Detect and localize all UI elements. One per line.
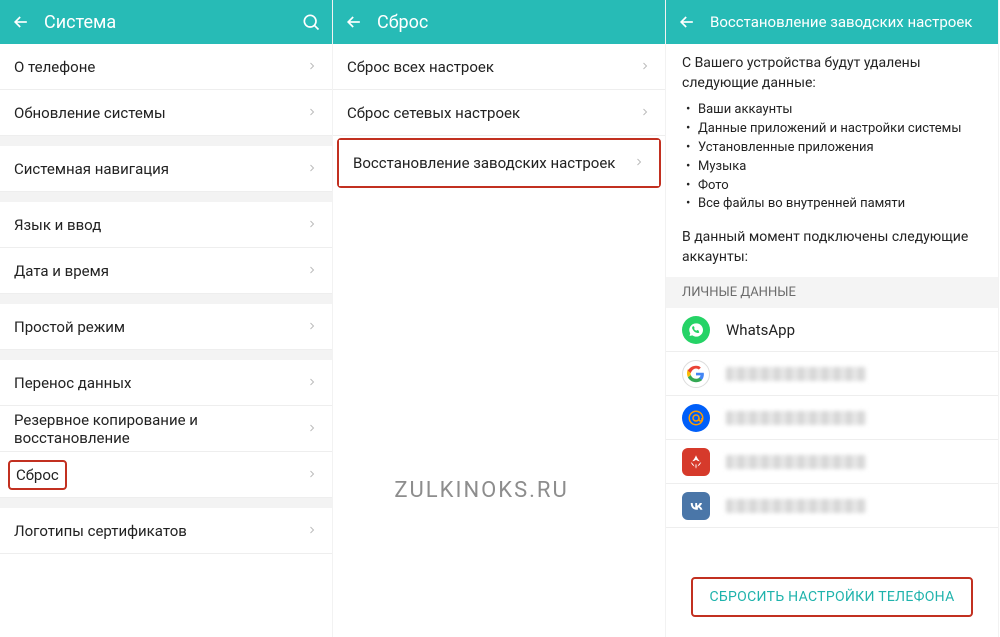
header: Система bbox=[0, 0, 332, 44]
bullet-item: Установленные приложения bbox=[686, 139, 982, 158]
section-label: ЛИЧНЫЕ ДАННЫЕ bbox=[666, 277, 998, 308]
reset-option-row[interactable]: Сброс всех настроек bbox=[333, 44, 665, 90]
highlighted-label: Сброс bbox=[8, 460, 67, 490]
huawei-icon bbox=[682, 448, 710, 476]
header-title: Сброс bbox=[365, 12, 428, 33]
account-row[interactable] bbox=[666, 396, 998, 440]
settings-row[interactable]: Обновление системы bbox=[0, 90, 332, 136]
account-row[interactable] bbox=[666, 352, 998, 396]
google-icon bbox=[682, 360, 710, 388]
row-label: Сброс сетевых настроек bbox=[347, 104, 520, 122]
chevron-right-icon bbox=[306, 374, 318, 392]
whatsapp-icon bbox=[682, 316, 710, 344]
account-label-blurred bbox=[726, 367, 866, 381]
highlighted-row: Восстановление заводских настроек bbox=[337, 138, 661, 188]
chevron-right-icon bbox=[306, 466, 318, 484]
account-label-blurred bbox=[726, 411, 866, 425]
intro-text: С Вашего устройства будут удалены следую… bbox=[682, 54, 982, 93]
row-label: Резервное копирование и восстановление bbox=[14, 411, 306, 447]
header-title: Восстановление заводских настроек bbox=[698, 13, 972, 31]
settings-row[interactable]: Перенос данных bbox=[0, 360, 332, 406]
reset-phone-button[interactable]: СБРОСИТЬ НАСТРОЙКИ ТЕЛЕФОНА bbox=[691, 577, 972, 617]
settings-row[interactable]: Системная навигация bbox=[0, 146, 332, 192]
row-label: Сброс всех настроек bbox=[347, 58, 494, 76]
deletion-list: Ваши аккаунтыДанные приложений и настрой… bbox=[682, 101, 982, 214]
row-label: Язык и ввод bbox=[14, 216, 101, 234]
row-label: Восстановление заводских настроек bbox=[353, 154, 615, 172]
settings-row[interactable]: Простой режим bbox=[0, 304, 332, 350]
account-label-blurred bbox=[726, 455, 866, 469]
chevron-right-icon bbox=[306, 216, 318, 234]
settings-row[interactable]: Резервное копирование и восстановление bbox=[0, 406, 332, 452]
chevron-right-icon bbox=[639, 58, 651, 76]
accounts-list: WhatsApp bbox=[666, 308, 998, 528]
row-label: Системная навигация bbox=[14, 160, 169, 178]
settings-row[interactable]: Сброс bbox=[0, 452, 332, 498]
back-icon[interactable] bbox=[676, 11, 698, 33]
reset-description: С Вашего устройства будут удалены следую… bbox=[666, 44, 998, 267]
row-label: Логотипы сертификатов bbox=[14, 522, 187, 540]
search-icon[interactable] bbox=[300, 11, 322, 33]
settings-row[interactable]: Дата и время bbox=[0, 248, 332, 294]
row-label: Простой режим bbox=[14, 318, 125, 336]
account-row[interactable] bbox=[666, 440, 998, 484]
panel-system: Система О телефоне Обновление системы Сист… bbox=[0, 0, 333, 637]
bullet-item: Ваши аккаунты bbox=[686, 101, 982, 120]
bullet-item: Музыка bbox=[686, 158, 982, 177]
row-label: Дата и время bbox=[14, 262, 109, 280]
reset-list: Сброс всех настроек Сброс сетевых настрое… bbox=[333, 44, 665, 188]
watermark-text: ZULKINOKS.RU bbox=[394, 478, 568, 503]
account-label: WhatsApp bbox=[726, 321, 795, 339]
accounts-intro: В данный момент подключены следующие акк… bbox=[682, 228, 982, 267]
bullet-item: Данные приложений и настройки системы bbox=[686, 120, 982, 139]
chevron-right-icon bbox=[306, 58, 318, 76]
chevron-right-icon bbox=[306, 522, 318, 540]
chevron-right-icon bbox=[306, 420, 318, 438]
account-label-blurred bbox=[726, 499, 866, 513]
settings-row[interactable]: О телефоне bbox=[0, 44, 332, 90]
panel-reset: Сброс Сброс всех настроек Сброс сетевых н… bbox=[333, 0, 666, 637]
header: Сброс bbox=[333, 0, 665, 44]
header: Восстановление заводских настроек bbox=[666, 0, 998, 44]
reset-button-container: СБРОСИТЬ НАСТРОЙКИ ТЕЛЕФОНА bbox=[666, 577, 998, 617]
panel-factory-reset: Восстановление заводских настроек С Ваше… bbox=[666, 0, 999, 637]
account-row[interactable]: WhatsApp bbox=[666, 308, 998, 352]
chevron-right-icon bbox=[639, 104, 651, 122]
account-row[interactable] bbox=[666, 484, 998, 528]
chevron-right-icon bbox=[306, 262, 318, 280]
vk-icon bbox=[682, 492, 710, 520]
chevron-right-icon bbox=[306, 104, 318, 122]
reset-option-row[interactable]: Сброс сетевых настроек bbox=[333, 90, 665, 136]
bullet-item: Фото bbox=[686, 177, 982, 196]
row-label: О телефоне bbox=[14, 58, 95, 76]
chevron-right-icon bbox=[306, 318, 318, 336]
reset-option-row[interactable]: Восстановление заводских настроек bbox=[339, 140, 659, 186]
back-icon[interactable] bbox=[343, 11, 365, 33]
chevron-right-icon bbox=[633, 154, 645, 172]
settings-row[interactable]: Логотипы сертификатов bbox=[0, 508, 332, 554]
back-icon[interactable] bbox=[10, 11, 32, 33]
settings-list: О телефоне Обновление системы Системная на… bbox=[0, 44, 332, 554]
header-title: Система bbox=[32, 12, 116, 33]
bullet-item: Все файлы во внутренней памяти bbox=[686, 195, 982, 214]
row-label: Перенос данных bbox=[14, 374, 131, 392]
row-label: Обновление системы bbox=[14, 104, 166, 122]
mailru-icon bbox=[682, 404, 710, 432]
settings-row[interactable]: Язык и ввод bbox=[0, 202, 332, 248]
chevron-right-icon bbox=[306, 160, 318, 178]
